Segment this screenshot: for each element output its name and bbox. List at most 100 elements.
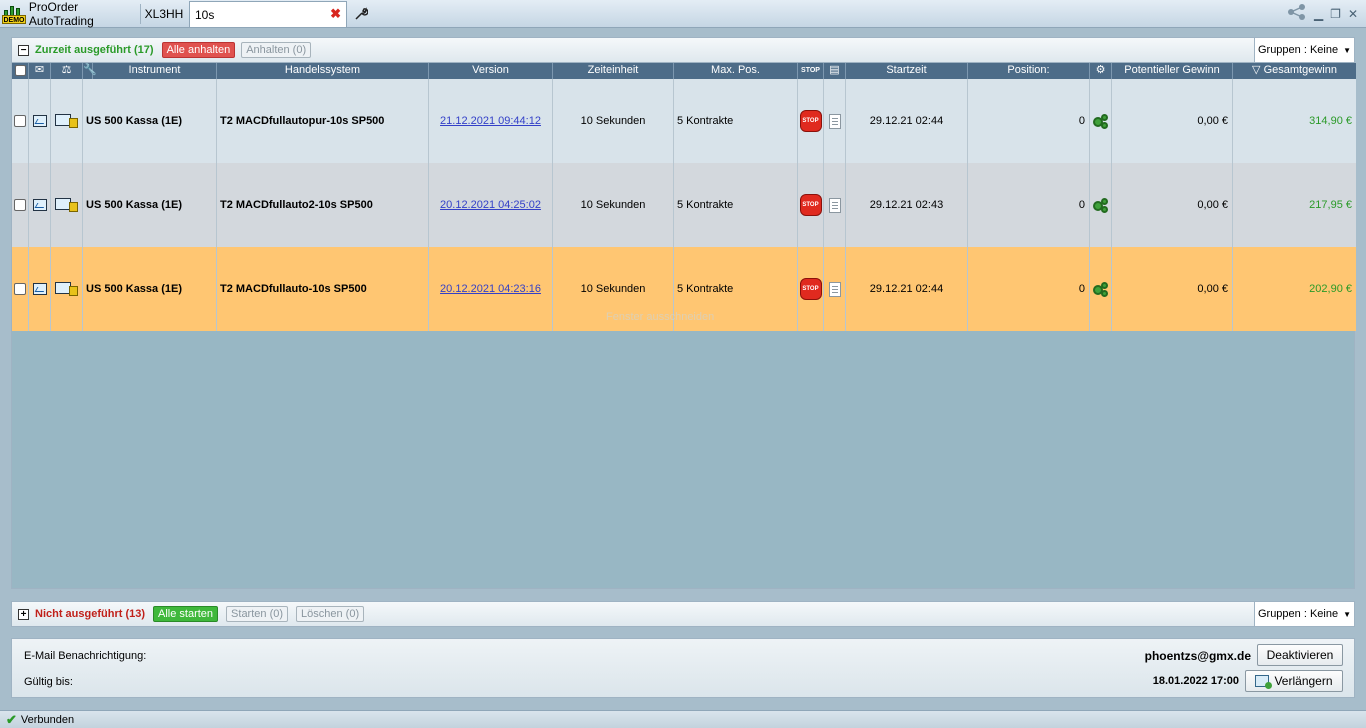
stop-icon: STOP: [799, 110, 822, 132]
calendar-renew-icon: [1255, 675, 1273, 689]
close-tab-icon[interactable]: ✖: [330, 7, 341, 20]
header-stop-icon: STOP: [798, 63, 824, 79]
extend-label: Verlängern: [1274, 674, 1333, 688]
restore-icon[interactable]: ❐: [1330, 7, 1341, 21]
stop-button[interactable]: STOP: [798, 79, 824, 163]
wrench-icon[interactable]: [350, 2, 372, 26]
potential-cell: 0,00 €: [1112, 79, 1233, 163]
header-select-all[interactable]: [12, 63, 29, 79]
instrument-cell: US 500 Kassa (1E): [83, 163, 217, 247]
status-text: Verbunden: [20, 713, 75, 726]
row-checkbox[interactable]: [12, 79, 29, 163]
total-cell: 314,90 €: [1309, 115, 1352, 127]
stop-button[interactable]: STOP: [798, 247, 824, 331]
connected-check-icon: ✔: [6, 711, 17, 727]
demo-logo-icon: DEMO: [2, 4, 26, 24]
pause-button[interactable]: Anhalten (0): [241, 42, 312, 58]
delete-button[interactable]: Löschen (0): [296, 606, 365, 622]
close-window-icon[interactable]: ✕: [1348, 7, 1358, 21]
header-start[interactable]: Startzeit: [846, 63, 968, 79]
compare-chart-icon[interactable]: [51, 247, 83, 331]
app-tab[interactable]: DEMO ProOrder AutoTrading: [2, 0, 140, 28]
settings-gear-icon[interactable]: [1090, 163, 1112, 247]
start-cell: 29.12.21 02:44: [846, 79, 968, 163]
header-system[interactable]: Handelssystem: [217, 63, 429, 79]
total-cell: 202,90 €: [1309, 283, 1352, 295]
header-version[interactable]: Version: [429, 63, 553, 79]
groups-dropdown-running[interactable]: Gruppen : Keine ▼: [1254, 38, 1354, 62]
minimize-icon[interactable]: ▁: [1314, 7, 1323, 21]
potential-cell: 0,00 €: [1112, 247, 1233, 331]
start-cell: 29.12.21 02:43: [846, 163, 968, 247]
table-row[interactable]: US 500 Kassa (1E) T2 MACDfullautopur-10s…: [12, 79, 1356, 163]
window-controls: ▁ ❐ ✕: [1287, 4, 1358, 23]
groups-label: Gruppen : Keine: [1257, 608, 1339, 620]
valid-until-label: Gültig bis:: [24, 676, 73, 688]
tab-10s[interactable]: 10s ✖: [189, 1, 347, 27]
document-icon[interactable]: [824, 247, 846, 331]
timeframe-cell: 10 Sekunden: [553, 163, 674, 247]
version-link[interactable]: 20.12.2021 04:23:16: [429, 247, 553, 331]
email-notification-panel: E-Mail Benachrichtigung: Gültig bis: pho…: [11, 638, 1355, 698]
chart-icon[interactable]: [29, 163, 51, 247]
chart-icon[interactable]: [29, 247, 51, 331]
expand-toggle[interactable]: +: [18, 608, 29, 620]
position-cell: 0: [968, 79, 1090, 163]
stop-icon: STOP: [799, 278, 822, 300]
version-link[interactable]: 20.12.2021 04:25:02: [429, 163, 553, 247]
document-icon[interactable]: [824, 163, 846, 247]
header-position[interactable]: Position:: [968, 63, 1090, 79]
compare-chart-icon[interactable]: [51, 79, 83, 163]
header-total[interactable]: ▽ Gesamtgewinn: [1233, 63, 1356, 79]
total-cell: 217,95 €: [1309, 199, 1352, 211]
header-maxpos[interactable]: Max. Pos.: [674, 63, 798, 79]
chart-header-icon: ✉: [29, 63, 51, 79]
compare-chart-icon[interactable]: [51, 163, 83, 247]
instrument-cell: US 500 Kassa (1E): [83, 79, 217, 163]
stopped-section-header: + Nicht ausgeführt (13) Alle starten Sta…: [11, 601, 1355, 627]
sort-desc-icon: ▽: [1252, 64, 1264, 76]
system-cell: T2 MACDfullauto2-10s SP500: [217, 163, 429, 247]
chart-icon[interactable]: [29, 79, 51, 163]
stop-icon: STOP: [799, 194, 822, 216]
start-button[interactable]: Starten (0): [226, 606, 289, 622]
maxpos-cell: 5 Kontrakte: [674, 79, 798, 163]
table-row[interactable]: US 500 Kassa (1E) T2 MACDfullauto2-10s S…: [12, 163, 1356, 247]
extend-button[interactable]: Verlängern: [1245, 670, 1343, 692]
ghost-tooltip: Fenster ausschneiden: [606, 311, 715, 323]
status-bar: ✔ Verbunden: [0, 710, 1366, 728]
settings-gear-icon[interactable]: [1090, 247, 1112, 331]
header-timeframe[interactable]: Zeiteinheit: [553, 63, 674, 79]
version-link-text[interactable]: 20.12.2021 04:23:16: [440, 283, 541, 295]
header-instrument[interactable]: Instrument: [93, 63, 217, 79]
settings-gear-icon[interactable]: [1090, 79, 1112, 163]
dropdown-arrow-icon: ▼: [1343, 609, 1352, 619]
charts-header-icon: ⚖: [51, 63, 83, 79]
share-icon[interactable]: [1287, 4, 1307, 23]
header-gear-icon: ⚙: [1090, 63, 1112, 79]
running-systems-table: ✉ ⚖ 🔧 Instrument Handelssystem Version Z…: [11, 63, 1356, 589]
version-link[interactable]: 21.12.2021 09:44:12: [429, 79, 553, 163]
row-checkbox[interactable]: [12, 247, 29, 331]
header-total-label: Gesamtgewinn: [1263, 64, 1337, 76]
stopped-title: Nicht ausgeführt (13): [35, 608, 146, 620]
timeframe-cell: 10 Sekunden: [553, 79, 674, 163]
title-bar: DEMO ProOrder AutoTrading XL3HH 10s ✖ ▁ …: [0, 0, 1366, 28]
groups-dropdown-stopped[interactable]: Gruppen : Keine ▼: [1254, 602, 1354, 626]
app-title: ProOrder AutoTrading: [28, 0, 94, 28]
row-checkbox[interactable]: [12, 163, 29, 247]
pause-all-button[interactable]: Alle anhalten: [161, 42, 236, 58]
start-all-button[interactable]: Alle starten: [153, 606, 219, 622]
stop-button[interactable]: STOP: [798, 163, 824, 247]
dropdown-arrow-icon: ▼: [1343, 45, 1352, 55]
email-address: phoentzs@gmx.de: [1144, 649, 1251, 663]
document-icon[interactable]: [824, 79, 846, 163]
deactivate-button[interactable]: Deaktivieren: [1257, 644, 1343, 666]
version-link-text[interactable]: 20.12.2021 04:25:02: [440, 199, 541, 211]
maxpos-cell: 5 Kontrakte: [674, 163, 798, 247]
header-potential[interactable]: Potentieller Gewinn: [1112, 63, 1233, 79]
tab-xl3hh[interactable]: XL3HH: [141, 2, 187, 26]
start-cell: 29.12.21 02:44: [846, 247, 968, 331]
collapse-toggle[interactable]: −: [18, 44, 29, 56]
version-link-text[interactable]: 21.12.2021 09:44:12: [440, 115, 541, 127]
